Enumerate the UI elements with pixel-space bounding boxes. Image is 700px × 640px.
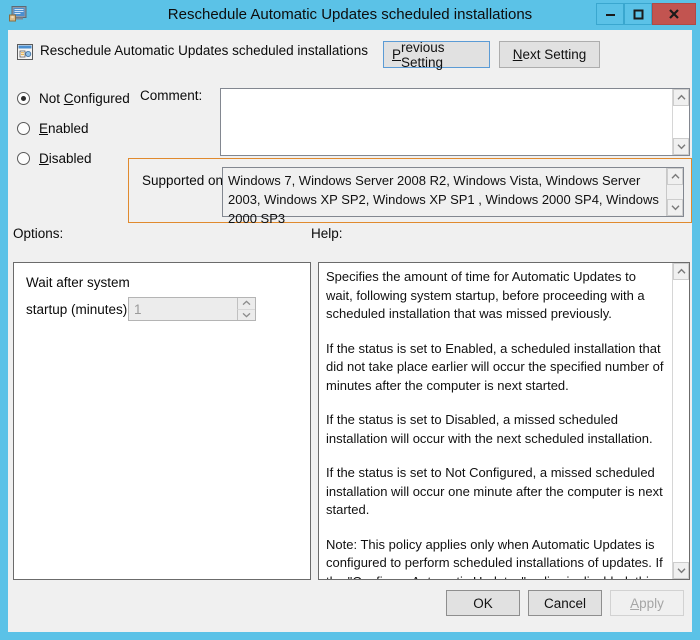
next-setting-suffix: ext Setting — [522, 47, 587, 62]
supported-on-scroll-track[interactable] — [667, 185, 683, 199]
supported-on-text: Windows 7, Windows Server 2008 R2, Windo… — [228, 173, 659, 226]
dialog-window: Reschedule Automatic Updates scheduled i… — [0, 0, 700, 640]
radio-not-configured[interactable]: Not Configured — [17, 91, 130, 106]
maximize-icon — [633, 9, 643, 19]
help-scrollbar[interactable] — [672, 263, 689, 579]
radio-disabled[interactable]: Disabled — [17, 151, 92, 166]
minimize-icon — [605, 13, 615, 16]
help-text: Specifies the amount of time for Automat… — [319, 263, 672, 579]
cancel-button[interactable]: Cancel — [528, 590, 602, 616]
stepper-down-icon[interactable] — [237, 309, 255, 320]
previous-setting-accel: P — [392, 47, 402, 62]
radio-disabled-indicator — [17, 152, 30, 165]
radio-not-configured-indicator — [17, 92, 30, 105]
scroll-up-icon[interactable] — [673, 89, 689, 106]
help-paragraph: Note: This policy applies only when Auto… — [326, 536, 663, 580]
scroll-up-icon[interactable] — [667, 168, 683, 185]
title-bar[interactable]: Reschedule Automatic Updates scheduled i… — [0, 0, 700, 30]
scroll-down-icon[interactable] — [673, 562, 689, 579]
comment-field[interactable] — [220, 88, 690, 156]
stepper-up-icon[interactable] — [237, 298, 255, 310]
help-section-label: Help: — [311, 226, 343, 241]
wait-after-startup-label-line1: Wait after system — [26, 275, 130, 290]
radio-enabled[interactable]: Enabled — [17, 121, 89, 136]
policy-title: Reschedule Automatic Updates scheduled i… — [40, 43, 368, 58]
help-paragraph: If the status is set to Disabled, a miss… — [326, 412, 653, 446]
radio-disabled-label: Disabled — [39, 151, 92, 166]
caption-buttons — [596, 3, 696, 25]
comment-scrollbar[interactable] — [672, 89, 689, 155]
policy-setting-icon — [17, 44, 33, 60]
wait-minutes-stepper-buttons — [237, 298, 255, 320]
comment-label: Comment: — [140, 88, 203, 103]
scroll-up-icon[interactable] — [673, 263, 689, 280]
options-section-label: Options: — [13, 226, 64, 241]
wait-after-startup-label-line2: startup (minutes): — [26, 302, 132, 317]
window-title: Reschedule Automatic Updates scheduled i… — [167, 6, 533, 23]
radio-enabled-label: Enabled — [39, 121, 89, 136]
next-setting-accel: N — [512, 47, 523, 62]
ok-button[interactable]: OK — [446, 590, 520, 616]
radio-enabled-indicator — [17, 122, 30, 135]
comment-text[interactable] — [221, 89, 672, 155]
radio-not-configured-label: Not Configured — [39, 91, 130, 106]
dialog-client-area: Reschedule Automatic Updates scheduled i… — [8, 30, 692, 632]
supported-on-group: Supported on: Windows 7, Windows Server … — [128, 158, 692, 226]
wait-minutes-value[interactable]: 1 — [129, 298, 237, 320]
close-button[interactable] — [652, 3, 696, 25]
close-icon — [669, 9, 679, 19]
maximize-button[interactable] — [624, 3, 652, 25]
help-paragraph: If the status is set to Not Configured, … — [326, 465, 663, 517]
minimize-button[interactable] — [596, 3, 624, 25]
help-paragraph: Specifies the amount of time for Automat… — [326, 269, 645, 321]
comment-scroll-track[interactable] — [673, 106, 689, 138]
supported-on-scrollbar[interactable] — [666, 168, 683, 216]
scroll-down-icon[interactable] — [673, 138, 689, 155]
help-paragraph: If the status is set to Enabled, a sched… — [326, 340, 664, 393]
help-scroll-track[interactable] — [673, 280, 689, 562]
supported-on-field[interactable]: Windows 7, Windows Server 2008 R2, Windo… — [222, 167, 684, 226]
previous-setting-suffix: revious Setting — [401, 39, 445, 70]
apply-button[interactable]: Apply — [610, 590, 684, 616]
previous-setting-button[interactable]: Previous Setting — [383, 39, 490, 70]
options-panel: Wait after system startup (minutes): 1 — [13, 262, 311, 580]
scroll-down-icon[interactable] — [667, 199, 683, 216]
next-setting-button[interactable]: Next Setting — [499, 41, 600, 68]
help-panel: Specifies the amount of time for Automat… — [318, 262, 690, 580]
supported-on-label: Supported on: — [142, 173, 227, 188]
policy-header: Reschedule Automatic Updates scheduled i… — [8, 30, 692, 79]
wait-minutes-stepper[interactable]: 1 — [128, 297, 256, 321]
